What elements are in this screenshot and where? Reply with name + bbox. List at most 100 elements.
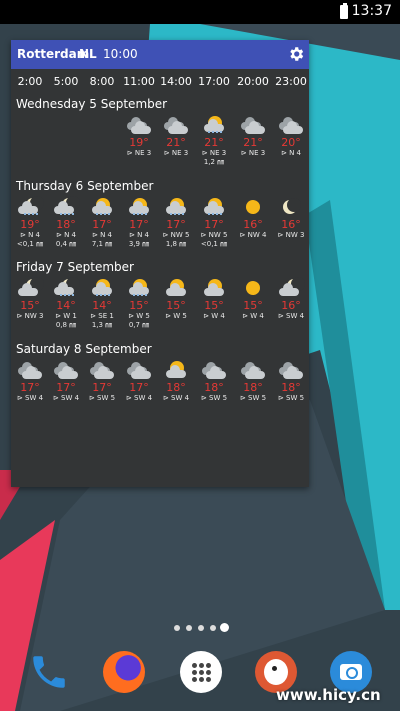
sun-icon bbox=[241, 198, 265, 216]
gear-icon[interactable] bbox=[287, 45, 305, 63]
temperature: 21° bbox=[243, 136, 263, 149]
precipitation: 0,7 ㎜ bbox=[128, 321, 150, 329]
page-dot[interactable] bbox=[186, 625, 192, 631]
temperature: 15° bbox=[166, 299, 186, 312]
forecast-cell: 18° ⊳ SW 5 bbox=[234, 361, 272, 403]
page-dot[interactable] bbox=[198, 625, 204, 631]
temperature: 19° bbox=[129, 136, 149, 149]
sun-cloud-rain-icon bbox=[202, 198, 226, 216]
day-title: Saturday 8 September bbox=[16, 342, 152, 356]
page-dot-active[interactable] bbox=[220, 623, 229, 632]
sun-cloud-icon bbox=[164, 361, 188, 379]
page-dot[interactable] bbox=[210, 625, 216, 631]
precipitation: 3,9 ㎜ bbox=[128, 240, 150, 248]
hour-label: 23:00 bbox=[275, 75, 307, 88]
wind-info: ⊳ SW 4 bbox=[277, 312, 305, 320]
forecast-cell: 21° ⊳ NE 3 1,2 ㎜ bbox=[195, 116, 233, 167]
forecast-cell: 17° ⊳ SW 5 bbox=[83, 361, 121, 403]
moon-cloud-icon bbox=[279, 277, 305, 297]
temperature: 17° bbox=[204, 218, 224, 231]
moon-cloud-rain-icon bbox=[54, 196, 80, 216]
temperature: 20° bbox=[281, 136, 301, 149]
firefox-icon[interactable] bbox=[103, 651, 145, 693]
wind-info: ⊳ N 4 bbox=[128, 231, 149, 239]
wind-info: ⊳ SE 1 bbox=[90, 312, 114, 320]
watermark: www.hicy.cn bbox=[276, 686, 381, 704]
day-title: Wednesday 5 September bbox=[16, 97, 168, 111]
widget-header: Rotterdam NL 10:00 bbox=[11, 40, 309, 69]
precipitation: 7,1 ㎜ bbox=[91, 240, 113, 248]
temperature: 16° bbox=[281, 218, 301, 231]
forecast-cell: 14° ⊳ W 1 0,8 ㎜ bbox=[47, 277, 85, 330]
temperature: 17° bbox=[20, 381, 40, 394]
precipitation: 0,4 ㎜ bbox=[55, 240, 77, 248]
forecast-cell: 19° ⊳ N 4 <0,1 ㎜ bbox=[11, 196, 49, 249]
wind-info: ⊳ N 4 bbox=[91, 231, 112, 239]
cloudy-icon bbox=[164, 116, 188, 134]
cloudy-icon bbox=[241, 361, 265, 379]
temperature: 15° bbox=[243, 299, 263, 312]
temperature: 16° bbox=[281, 299, 301, 312]
forecast-cell: 16° ⊳ NW 3 bbox=[272, 198, 310, 240]
forecast-cell: 16° ⊳ NW 4 bbox=[234, 198, 272, 240]
hour-label: 17:00 bbox=[198, 75, 230, 88]
forecast-cell: 21° ⊳ NE 3 bbox=[234, 116, 272, 158]
cloudy-icon bbox=[54, 361, 78, 379]
wind-info: ⊳ W 5 bbox=[128, 312, 150, 320]
forecast-cell: 17° ⊳ NW 5 <0,1 ㎜ bbox=[195, 198, 233, 249]
forecast-cell: 17° ⊳ SW 4 bbox=[47, 361, 85, 403]
cloudy-icon bbox=[18, 361, 42, 379]
wind-info: ⊳ NE 3 bbox=[126, 149, 152, 157]
app-drawer-icon[interactable] bbox=[180, 651, 222, 693]
hour-label: 5:00 bbox=[53, 75, 79, 88]
hour-label: 11:00 bbox=[123, 75, 155, 88]
precipitation: <0,1 ㎜ bbox=[16, 240, 44, 248]
temperature: 16° bbox=[243, 218, 263, 231]
temperature: 17° bbox=[129, 218, 149, 231]
clock: 13:37 bbox=[351, 3, 392, 19]
wind-info: ⊳ W 1 bbox=[55, 312, 77, 320]
temperature: 19° bbox=[20, 218, 40, 231]
temperature: 17° bbox=[129, 381, 149, 394]
wind-info: ⊳ W 5 bbox=[165, 312, 187, 320]
forecast-cell: 18° ⊳ SW 4 bbox=[157, 361, 195, 403]
wind-info: ⊳ SW 4 bbox=[162, 394, 190, 402]
temperature: 17° bbox=[166, 218, 186, 231]
page-dot[interactable] bbox=[174, 625, 180, 631]
cloudy-icon bbox=[202, 361, 226, 379]
country-code: NL bbox=[79, 47, 97, 61]
battery-icon bbox=[340, 3, 348, 19]
forecast-cell: 14° ⊳ SE 1 1,3 ㎜ bbox=[83, 279, 121, 330]
temperature: 18° bbox=[281, 381, 301, 394]
temperature: 18° bbox=[56, 218, 76, 231]
forecast-cell: 15° ⊳ NW 3 bbox=[11, 277, 49, 321]
wind-info: ⊳ W 4 bbox=[242, 312, 264, 320]
precipitation: 1,2 ㎜ bbox=[203, 158, 225, 166]
weather-widget[interactable]: Rotterdam NL 10:00 2:00 5:00 8:00 11:00 14:0… bbox=[11, 40, 309, 487]
update-time: 10:00 bbox=[103, 47, 138, 61]
page-indicator[interactable] bbox=[174, 622, 230, 634]
hour-label: 8:00 bbox=[89, 75, 115, 88]
sun-cloud-rain-icon bbox=[90, 198, 114, 216]
wind-info: ⊳ NW 5 bbox=[162, 231, 190, 239]
forecast-cell: 17° ⊳ SW 4 bbox=[120, 361, 158, 403]
precipitation: 1,3 ㎜ bbox=[91, 321, 113, 329]
moon-cloud-icon bbox=[18, 277, 44, 297]
sun-cloud-icon bbox=[202, 279, 226, 297]
forecast-cell: 15° ⊳ W 4 bbox=[234, 279, 272, 321]
hour-row: 2:00 5:00 8:00 11:00 14:00 17:00 20:00 23:00 bbox=[11, 75, 309, 91]
wind-info: ⊳ SW 5 bbox=[88, 394, 116, 402]
wind-info: ⊳ SW 5 bbox=[277, 394, 305, 402]
phone-icon[interactable] bbox=[28, 651, 70, 693]
wind-info: ⊳ NW 3 bbox=[16, 312, 44, 320]
wind-info: ⊳ NE 3 bbox=[163, 149, 189, 157]
forecast-cell: 18° ⊳ N 4 0,4 ㎜ bbox=[47, 196, 85, 249]
wind-info: ⊳ SW 4 bbox=[52, 394, 80, 402]
wind-info: ⊳ SW 5 bbox=[200, 394, 228, 402]
temperature: 15° bbox=[20, 299, 40, 312]
temperature: 21° bbox=[204, 136, 224, 149]
forecast-cell: 21° ⊳ NE 3 bbox=[157, 116, 195, 158]
wind-info: ⊳ SW 4 bbox=[125, 394, 153, 402]
temperature: 18° bbox=[243, 381, 263, 394]
moon-cloud-rain-icon bbox=[18, 196, 44, 216]
